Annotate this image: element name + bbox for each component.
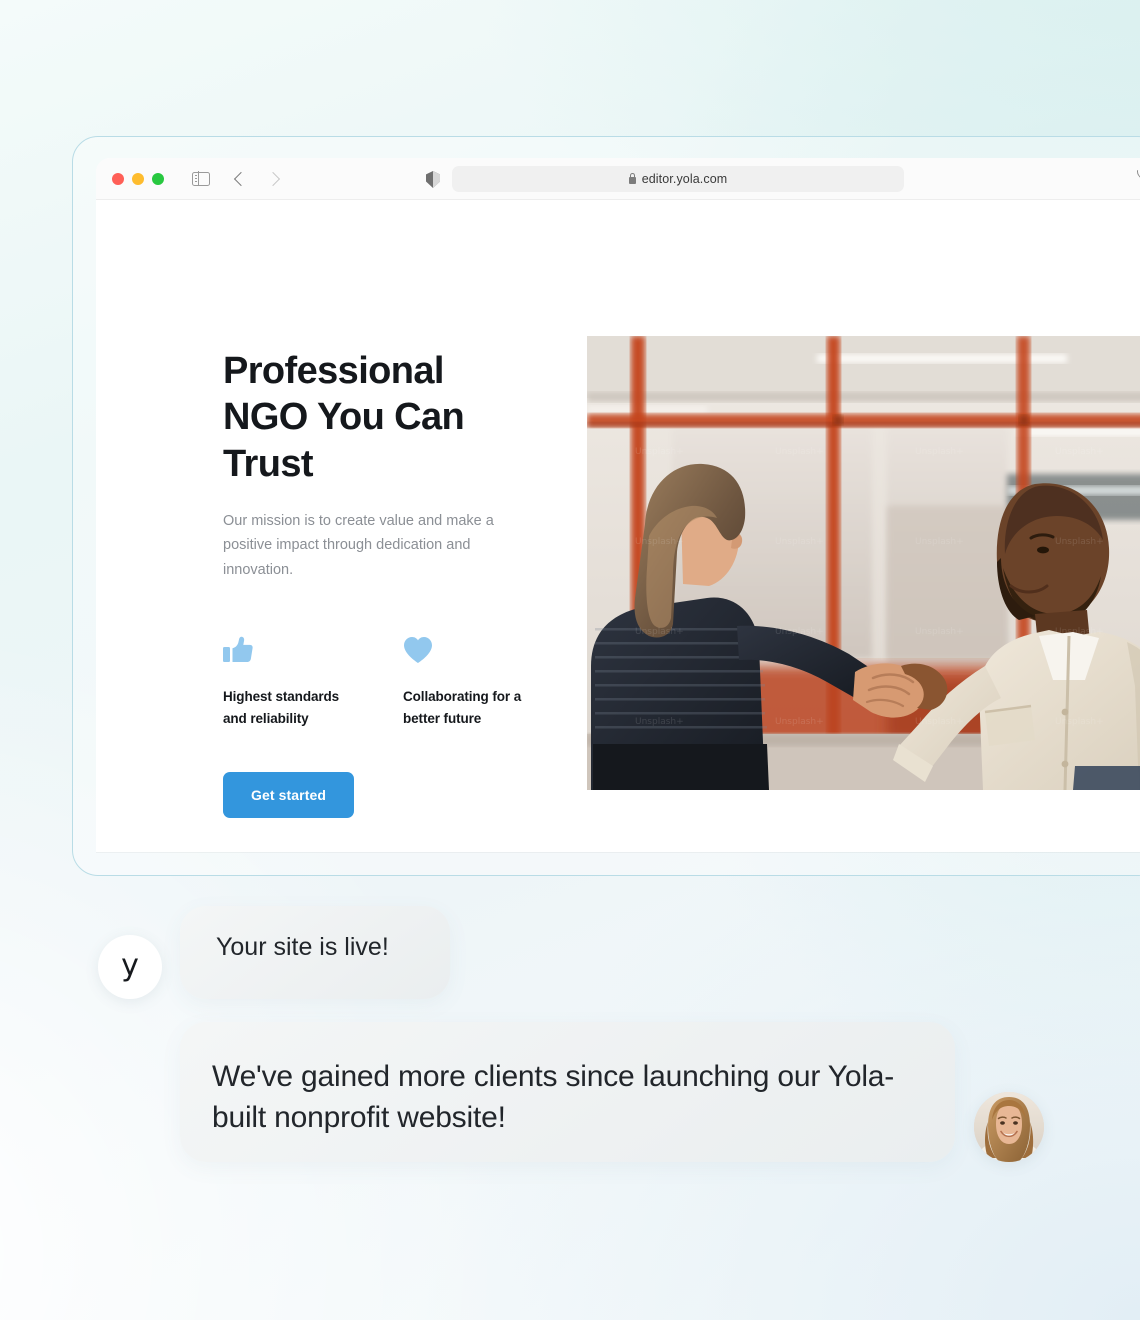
chat-bubble-testimonial: We've gained more clients since launchin…: [180, 1022, 955, 1162]
customer-avatar: [974, 1092, 1044, 1162]
chat-bubble-status: Your site is live!: [180, 906, 450, 999]
yola-logo-avatar: y: [98, 935, 162, 999]
chat-message-text: We've gained more clients since launchin…: [212, 1060, 895, 1135]
chat-message-text: Your site is live!: [216, 933, 389, 961]
testimonial-chat: y Your site is live! We've gained more c…: [0, 0, 1140, 1320]
yola-logo-letter: y: [121, 948, 139, 983]
page-background: editor.yola.com Professional NGO You Can…: [0, 0, 1140, 1320]
